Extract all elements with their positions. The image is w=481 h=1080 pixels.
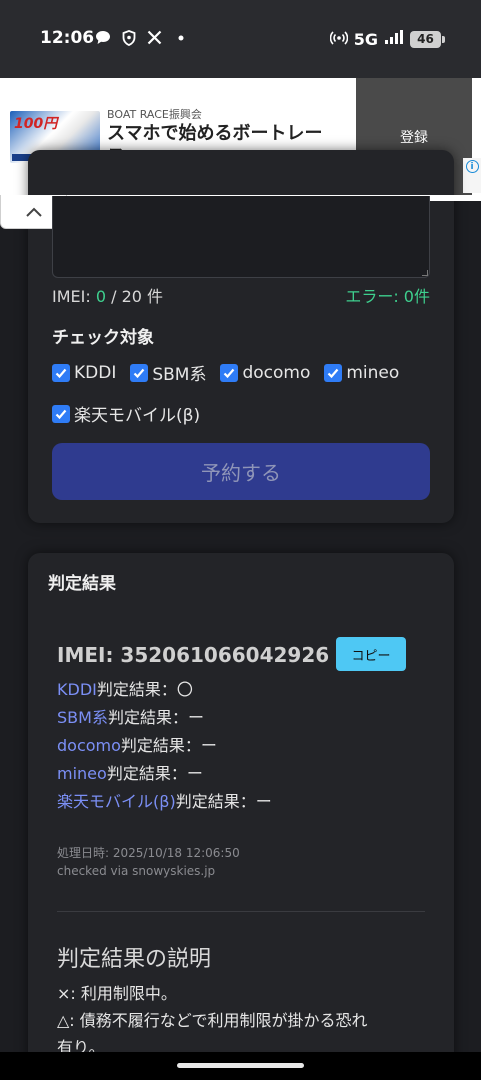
checkbox-checked-icon[interactable] (52, 404, 70, 423)
info-icon: i (465, 160, 479, 173)
carrier-link[interactable]: docomo (57, 736, 121, 755)
result-imei: IMEI: 352061066042926 (57, 643, 330, 667)
imei-count-label: IMEI: (52, 287, 96, 306)
check-sbm[interactable]: SBM系 (130, 360, 206, 385)
ad-source: BOAT RACE振興会 (107, 108, 202, 121)
checkbox-checked-icon[interactable] (130, 363, 149, 382)
network-type: 5G (353, 29, 378, 49)
copy-button[interactable]: コピー (336, 637, 406, 671)
check-label: KDDI (74, 362, 117, 383)
check-label: docomo (242, 362, 311, 383)
check-kddi[interactable]: KDDI (52, 363, 116, 383)
result-title: 判定結果 (48, 574, 116, 594)
result-value: 判定結果：〇 (96, 680, 193, 699)
status-bar: 12:06 5G 46 (0, 0, 481, 78)
result-line-sbm: SBM系判定結果：ー (57, 704, 204, 728)
reserve-button[interactable]: 予約する (52, 443, 430, 500)
system-icons: 5G 46 (329, 28, 445, 50)
result-value: 判定結果：ー (175, 792, 272, 811)
check-target-label: チェック対象 (52, 328, 154, 348)
checkbox-checked-icon[interactable] (220, 363, 239, 382)
check-label: SBM系 (152, 365, 207, 385)
result-line-mineo: mineo判定結果：ー (57, 760, 203, 784)
processed-time: 処理日時: 2025/10/18 12:06:50 (57, 846, 240, 860)
hotspot-icon (329, 28, 349, 50)
result-value: 判定結果：ー (120, 736, 217, 755)
imei-count-row: IMEI: 0 / 20 件 エラー: 0件 (52, 283, 430, 307)
carrier-link[interactable]: KDDI (57, 680, 97, 699)
imei-count-value: 0 (95, 287, 107, 306)
carrier-link[interactable]: 楽天モバイル(β) (57, 792, 176, 811)
battery-icon: 46 (410, 30, 445, 48)
checkbox-checked-icon[interactable] (324, 363, 343, 382)
result-line-kddi: KDDI判定結果：〇 (57, 676, 193, 700)
dot-icon (172, 29, 189, 46)
status-time: 12:06 (40, 28, 95, 48)
explanation-line: △: 債務不履行などで利用制限が掛かる恐れ (57, 1011, 368, 1030)
result-value: 判定結果：ー (106, 764, 203, 783)
home-gesture-handle[interactable] (177, 1063, 304, 1068)
imei-count: IMEI: 0 / 20 件 (52, 283, 163, 307)
chevron-up-icon (25, 207, 42, 217)
shield-icon (120, 29, 137, 46)
x-logo-icon (146, 29, 163, 46)
imei-count-total: / 20 件 (106, 287, 164, 306)
imei-textarea[interactable] (52, 196, 430, 278)
ad-thumb-text: 100円 (14, 116, 58, 132)
check-rakuten[interactable]: 楽天モバイル(β) (52, 401, 200, 426)
carrier-link[interactable]: mineo (57, 764, 107, 783)
check-label: 楽天モバイル(β) (74, 406, 201, 426)
checked-via: checked via snowyskies.jp (57, 864, 216, 878)
carrier-link[interactable]: SBM系 (57, 708, 108, 727)
checkbox-checked-icon[interactable] (52, 363, 70, 382)
chat-bubble-icon (94, 29, 111, 46)
notification-icons (94, 29, 189, 46)
divider (57, 911, 425, 912)
explanation-title: 判定結果の説明 (57, 947, 212, 972)
explanation-line: ×: 利用制限中。 (57, 984, 177, 1003)
carrier-checks-row-1: KDDI SBM系 docomo mineo (52, 360, 399, 385)
result-line-docomo: docomo判定結果：ー (57, 732, 217, 756)
resize-grip-icon[interactable] (422, 270, 428, 276)
check-mineo[interactable]: mineo (324, 363, 399, 383)
signal-icon (384, 29, 404, 49)
error-count: エラー: 0件 (345, 287, 430, 306)
result-value: 判定結果：ー (107, 708, 204, 727)
result-line-rakuten: 楽天モバイル(β)判定結果：ー (57, 788, 272, 812)
carrier-checks-row-2: 楽天モバイル(β) (52, 401, 200, 426)
check-docomo[interactable]: docomo (220, 363, 310, 383)
check-label: mineo (346, 362, 400, 383)
ad-info-button[interactable]: i (463, 158, 481, 193)
